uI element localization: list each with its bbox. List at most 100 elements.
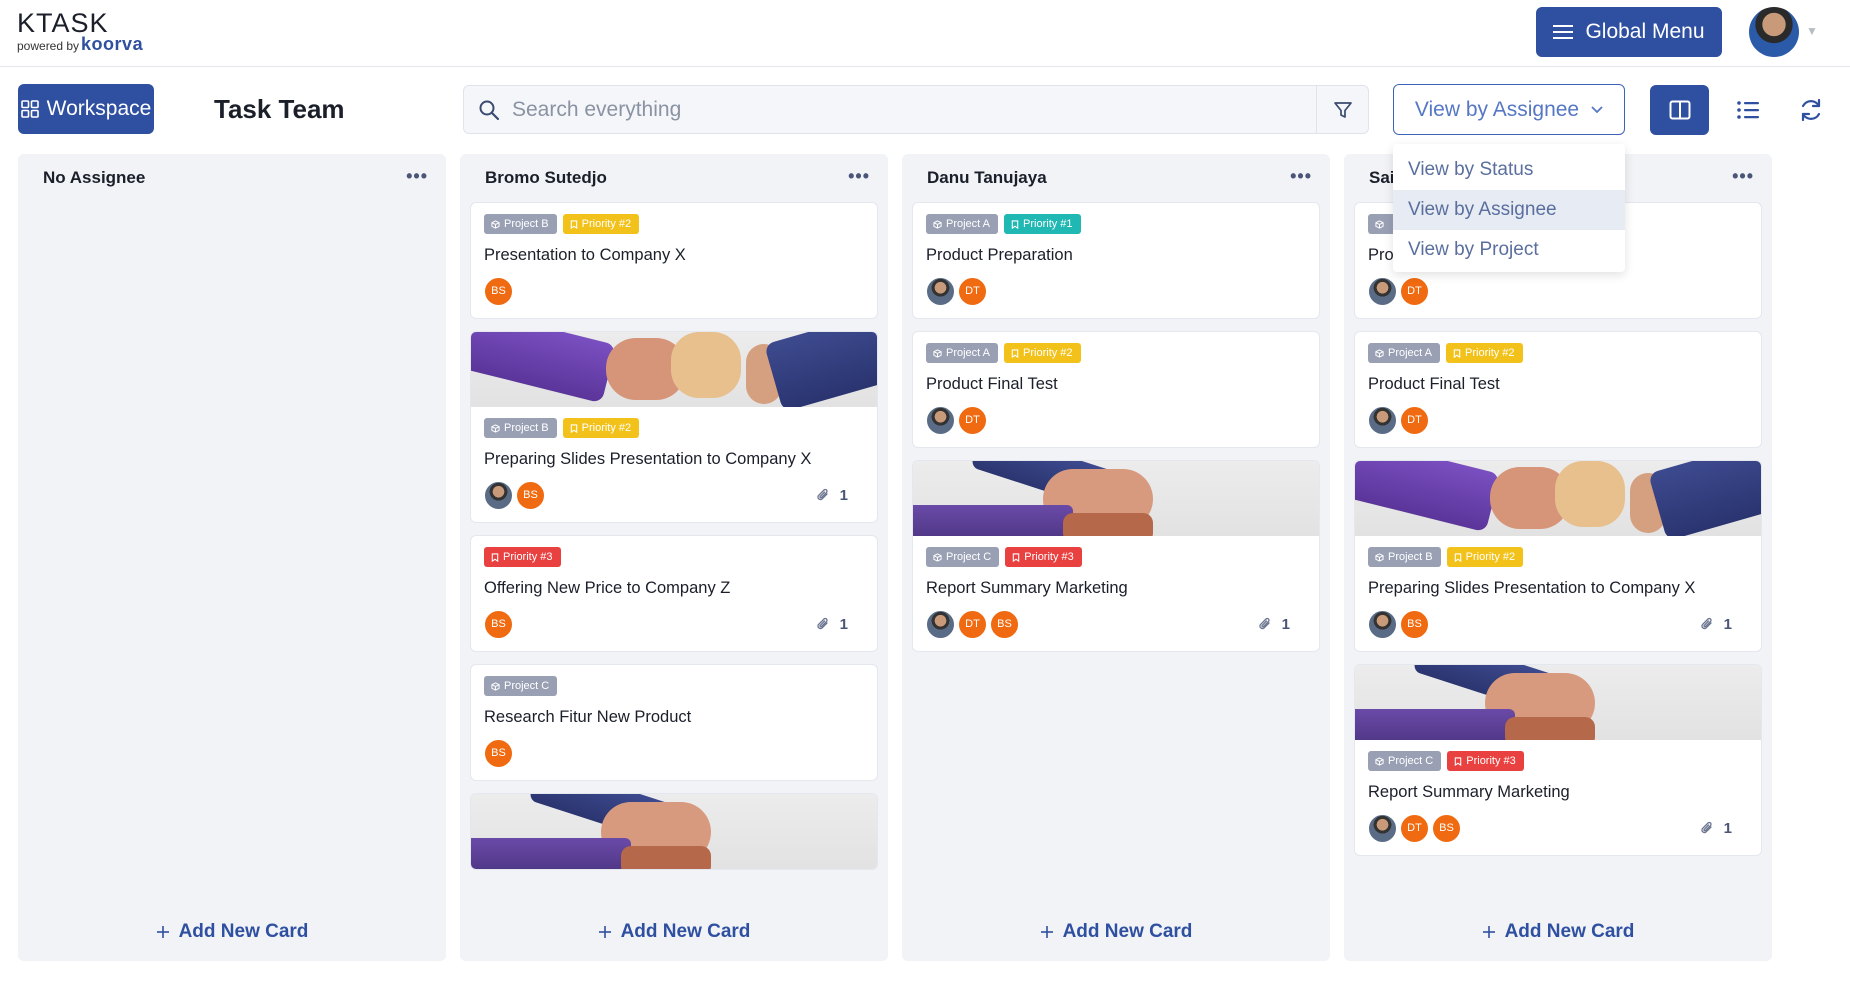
priority-tag[interactable]: Priority #3 [1447,751,1524,771]
avatar[interactable] [1368,609,1397,639]
view-option-item[interactable]: View by Status [1393,150,1625,190]
task-card[interactable]: Project A Priority #1 Product Preparation D… [912,202,1320,319]
bookmark-icon [491,552,499,562]
task-card[interactable]: Project B Priority #2 Preparing Slides Pre… [470,331,878,523]
assignee-avatars: BS [484,609,513,639]
priority-tag[interactable]: Priority #2 [1446,343,1523,363]
project-tag[interactable]: Project A [926,343,999,363]
card-list: Pro DT Project A Priority #2 Product Final T… [1354,202,1762,902]
chevron-down-icon[interactable]: ▼ [1806,24,1818,38]
attachment-count: 1 [1700,616,1732,633]
logo-text: KTASK [17,8,109,38]
list-view-button[interactable] [1730,92,1766,128]
avatar[interactable] [1368,813,1397,843]
project-tag[interactable]: Project A [1368,343,1441,363]
tag-list: Project B Priority #2 [1368,547,1748,567]
view-option-item[interactable]: View by Project [1393,230,1625,270]
card-cover-image [1355,665,1761,740]
avatar[interactable]: DT [958,276,987,306]
task-card[interactable] [470,793,878,870]
priority-tag[interactable]: Priority #2 [562,214,640,234]
task-card[interactable]: Project C Priority #3 Report Summary Marke… [1354,664,1762,856]
task-card[interactable]: Project B Priority #2 Preparing Slides Pre… [1354,460,1762,652]
more-options-icon[interactable]: ••• [1290,166,1312,187]
add-card-label: Add New Card [1062,921,1193,942]
workspace-button[interactable]: Workspace [18,84,154,134]
project-tag[interactable]: Project B [484,418,557,438]
task-card[interactable]: Project A Priority #2 Product Final Test DT [1354,331,1762,448]
assignee-avatars: DT BS [1368,813,1461,843]
column-title: Sai [1369,168,1395,187]
more-options-icon[interactable]: ••• [1732,166,1754,187]
project-tag[interactable]: Project B [1368,547,1441,567]
cube-icon [1375,552,1384,562]
user-avatar[interactable] [1749,7,1799,57]
card-title: Preparing Slides Presentation to Company… [484,450,812,468]
avatar[interactable] [1368,276,1397,306]
filter-button[interactable] [1316,86,1368,133]
avatar[interactable]: BS [516,480,545,510]
priority-tag[interactable]: Priority #1 [1004,214,1081,234]
project-tag[interactable]: Project A [926,214,999,234]
priority-tag[interactable]: Priority #3 [484,547,561,567]
add-card-button[interactable]: Add New Card [902,903,1330,961]
avatar[interactable]: BS [1400,609,1429,639]
add-card-button[interactable]: Add New Card [1344,903,1772,961]
refresh-icon [1801,98,1821,122]
avatar[interactable]: BS [484,609,513,639]
add-card-button[interactable]: Add New Card [460,903,888,961]
avatar[interactable] [484,480,513,510]
add-card-button[interactable]: Add New Card [18,903,446,961]
avatar[interactable]: BS [484,738,513,768]
tag-list: Project C Priority #3 [926,547,1306,567]
project-tag[interactable]: Project C [1368,751,1442,771]
refresh-button[interactable] [1793,92,1829,128]
avatar[interactable]: DT [958,405,987,435]
task-card[interactable]: Project C Research Fitur New Product BS [470,664,878,781]
tag-list: Project A Priority #2 [926,343,1306,363]
view-select-dropdown[interactable]: View by Assignee [1393,84,1625,135]
avatar[interactable] [1368,405,1397,435]
task-card[interactable]: Project B Priority #2 Presentation to Comp… [470,202,878,319]
powered-by-text: powered by [17,39,80,53]
avatar[interactable] [926,405,955,435]
search-input[interactable] [512,86,1312,133]
project-tag[interactable]: Project B [484,214,557,234]
cube-icon [1375,219,1384,229]
board-view-button[interactable] [1650,85,1709,135]
avatar[interactable] [926,276,955,306]
tag-label: Priority #1 [1023,218,1073,230]
column-header: Bromo Sutedjo ••• [460,154,888,202]
task-card[interactable]: Project C Priority #3 Report Summary Marke… [912,460,1320,652]
avatar[interactable]: DT [1400,276,1429,306]
global-menu-button[interactable]: Global Menu [1536,7,1722,57]
avatar[interactable] [926,609,955,639]
grid-icon [20,100,39,118]
add-card-label: Add New Card [1504,921,1635,942]
avatar[interactable]: DT [958,609,987,639]
avatar[interactable]: DT [1400,813,1429,843]
avatar[interactable]: BS [1432,813,1461,843]
view-option-item[interactable]: View by Assignee [1393,190,1625,230]
avatar[interactable]: BS [484,276,513,306]
more-options-icon[interactable]: ••• [406,166,428,187]
project-tag[interactable]: Project C [484,676,558,696]
priority-tag[interactable]: Priority #2 [1446,547,1524,567]
more-options-icon[interactable]: ••• [848,166,870,187]
tag-label: Project B [504,218,549,230]
priority-tag[interactable]: Priority #3 [1005,547,1082,567]
task-card[interactable]: Priority #3 Offering New Price to Company… [470,535,878,652]
cube-icon [491,681,500,691]
project-tag[interactable]: Project C [926,547,1000,567]
task-card[interactable]: Project A Priority #2 Product Final Test DT [912,331,1320,448]
chevron-down-icon [1591,105,1603,113]
app-logo[interactable]: KTASK powered by koorva [17,8,143,54]
avatar[interactable]: BS [990,609,1019,639]
plus-icon [1040,926,1053,938]
avatar[interactable]: DT [1400,405,1429,435]
priority-tag[interactable]: Priority #2 [1004,343,1081,363]
tag-label: Priority #2 [1023,347,1073,359]
project-tag[interactable] [1368,214,1396,234]
priority-tag[interactable]: Priority #2 [562,418,640,438]
cube-icon [933,552,942,562]
